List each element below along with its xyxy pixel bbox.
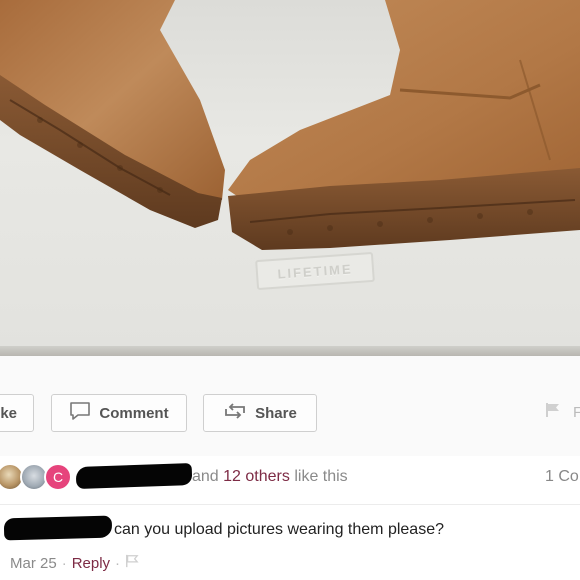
share-button[interactable]: Share	[203, 394, 317, 432]
flag-icon[interactable]	[125, 554, 139, 572]
likes-others-link[interactable]: 12 others	[223, 468, 290, 485]
redacted-name	[75, 462, 193, 490]
comment-text: can you upload pictures wearing them ple…	[114, 521, 444, 538]
likes-summary: and 12 others like this	[192, 468, 348, 486]
share-icon	[223, 402, 247, 424]
reply-link[interactable]: Reply	[72, 555, 110, 572]
post-photo[interactable]: LIFETIME	[0, 0, 580, 356]
share-label: Share	[255, 404, 297, 422]
comment-item: can you upload pictures wearing them ple…	[0, 505, 580, 580]
likes-prefix: and	[192, 468, 219, 485]
comment-button[interactable]: Comment	[51, 394, 187, 432]
like-button[interactable]: Like	[0, 394, 34, 432]
meta-separator: ·	[115, 554, 121, 572]
photo-edge	[0, 346, 580, 356]
comments-count[interactable]: 1 Co	[545, 468, 579, 486]
likes-row: C and 12 others like this 1 Co	[0, 456, 580, 505]
boots-image	[0, 0, 580, 250]
avatar-letter[interactable]: C	[44, 463, 72, 491]
redacted-commenter	[3, 515, 113, 541]
flag-icon	[545, 402, 561, 422]
comment-meta: Mar 25 · Reply ·	[10, 554, 139, 572]
likes-suffix: like this	[294, 468, 348, 485]
meta-separator: ·	[61, 554, 67, 572]
report-label-partial: F	[573, 403, 580, 421]
comment-label: Comment	[99, 404, 169, 422]
comment-icon	[69, 401, 91, 425]
comment-date[interactable]: Mar 25	[10, 555, 57, 572]
report-button[interactable]: F	[545, 402, 580, 422]
action-bar: Like Comment Share F	[0, 356, 580, 456]
like-label: Like	[0, 404, 18, 422]
